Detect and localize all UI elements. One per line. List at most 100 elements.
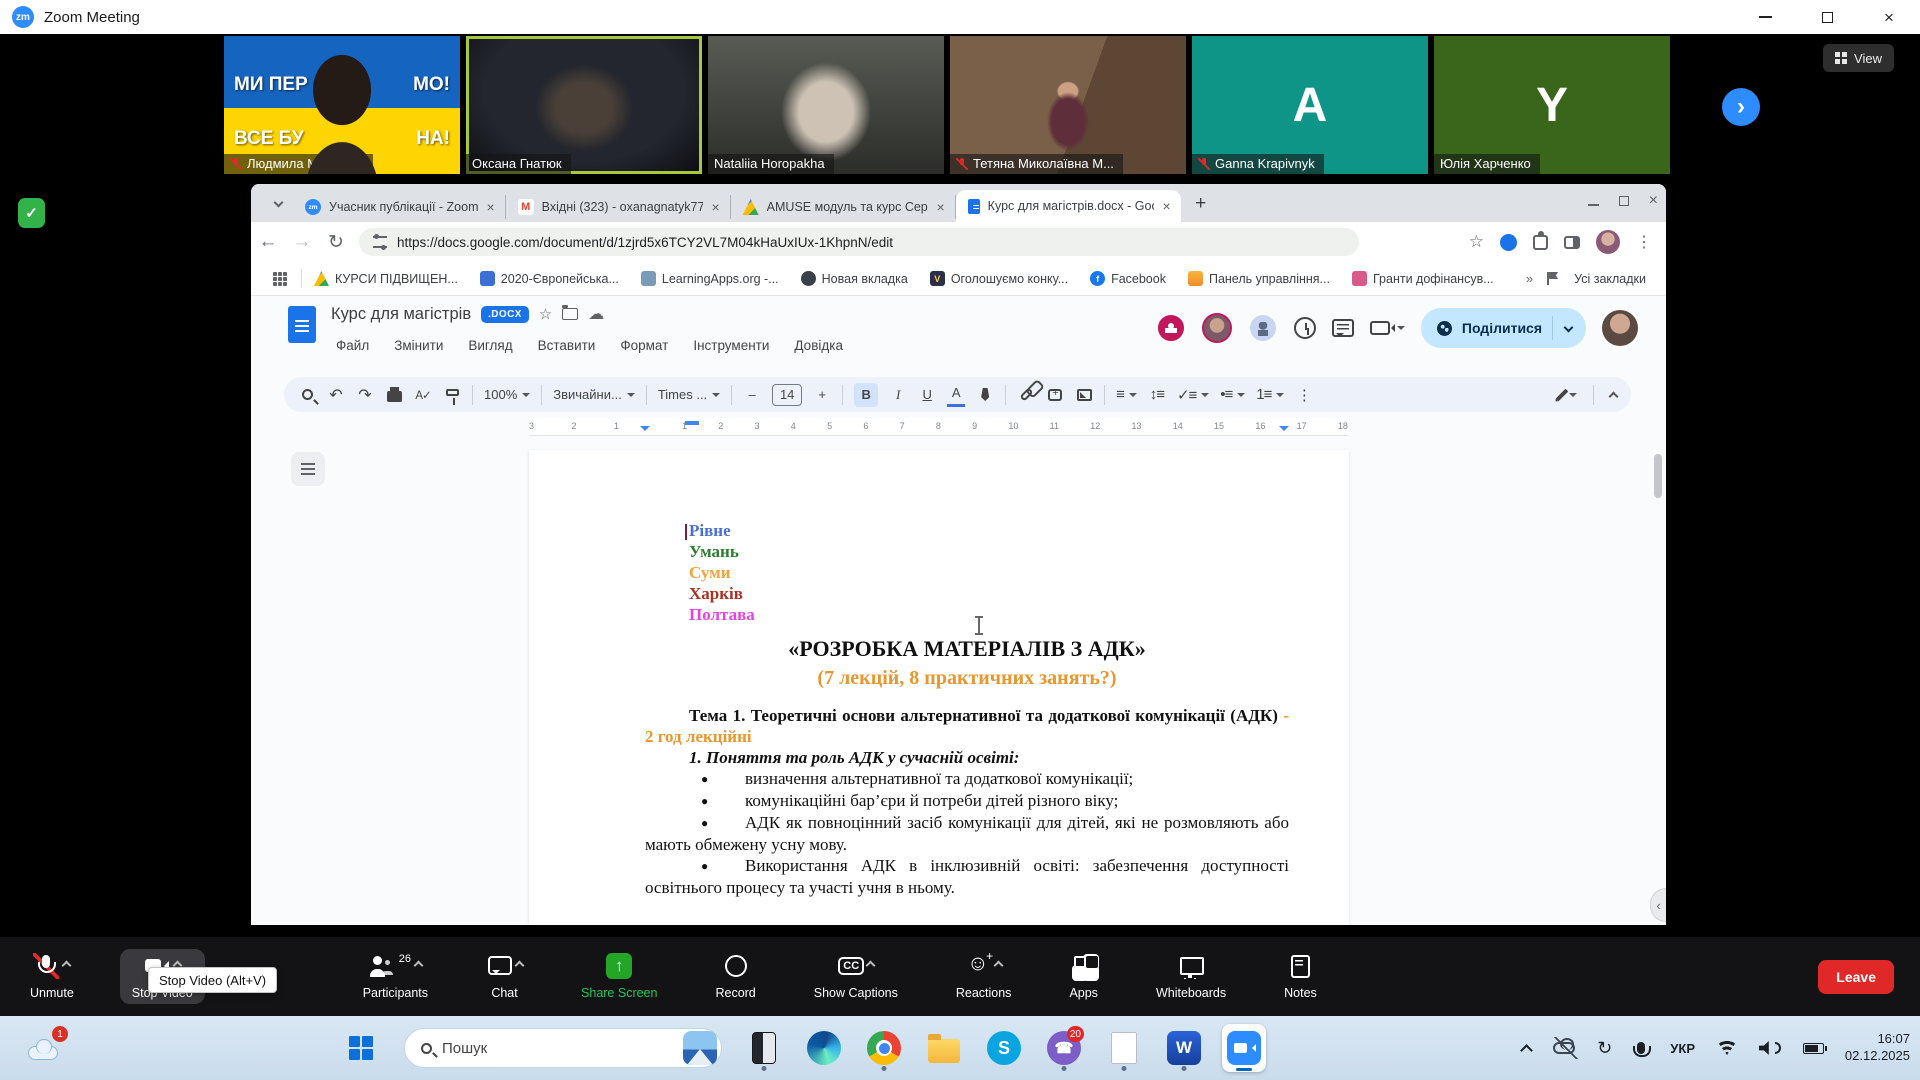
hide-menus-icon[interactable] [1609,391,1619,401]
menu-item[interactable]: Вигляд [463,336,517,355]
menu-item[interactable]: Змінити [389,336,448,355]
first-line-indent-marker[interactable] [685,421,699,425]
site-settings-icon[interactable] [373,236,387,248]
next-videos-button[interactable]: › [1722,88,1760,126]
chevron-up-icon[interactable] [515,961,525,971]
underline-button[interactable]: U [918,383,936,407]
microphone-tray-icon[interactable] [1637,1042,1645,1054]
font-size-increase[interactable]: + [813,383,831,407]
numbered-list-button[interactable]: 1≡ [1256,383,1284,407]
bookmark-item[interactable]: Новая вкладка [801,271,908,286]
all-bookmarks-label[interactable]: Усі закладки [1574,272,1646,286]
redo-icon[interactable]: ↷ [356,383,374,407]
bookmark-item[interactable]: 2020-Європейська... [480,271,619,286]
version-history-icon[interactable] [1294,317,1316,339]
checklist-button[interactable]: ✓≡ [1177,383,1209,407]
zoom-toolbar-button[interactable]: Unmute [30,953,74,1000]
participant-tile[interactable]: МИ ПЕРМО! ВСЕ БУНА! Людмила Міронець [224,36,460,174]
taskbar-app-button[interactable]: S [982,1024,1026,1072]
volume-icon[interactable] [1759,1041,1781,1055]
browser-tab[interactable]: Курс для магістрів.docx - Goog... × [956,190,1181,222]
reload-button[interactable]: ↻ [319,231,353,254]
chevron-up-icon[interactable] [414,961,424,971]
forward-button[interactable]: → [285,231,319,253]
taskbar-app-button[interactable]: W [1162,1024,1206,1072]
menu-item[interactable]: Файл [331,336,374,355]
browser-tab[interactable]: zm Учасник публікації - Zoom × [293,195,506,219]
taskbar-app-button[interactable] [862,1024,906,1072]
comments-icon[interactable] [1332,319,1354,337]
insert-link-icon[interactable] [1017,383,1035,407]
share-button[interactable]: Поділитися [1421,308,1586,348]
search-box[interactable]: Пошук [404,1028,722,1068]
bookmark-item[interactable]: КУРСИ ПІДВИЩЕН... [314,271,458,286]
participant-tile[interactable]: A Ganna Krapivnyk [1192,36,1428,174]
paint-format-icon[interactable] [443,383,461,407]
bold-button[interactable]: B [854,383,878,407]
chevron-up-icon[interactable] [62,961,72,971]
collaborator-avatar[interactable] [1202,313,1232,343]
document-page[interactable]: Рівне Умань Суми Харків Полтава «РОЗРОБК… [529,450,1349,925]
zoom-toolbar-button[interactable]: Apps [1069,953,1098,1000]
taskbar-app-button[interactable]: ☎ 20 [1042,1024,1086,1072]
browser-menu-icon[interactable]: ⋮ [1636,232,1652,252]
bookmark-item[interactable]: f Facebook [1090,271,1166,286]
wifi-icon[interactable] [1717,1041,1737,1055]
clock[interactable]: 16:07 02.12.2025 [1845,1030,1910,1064]
language-indicator[interactable]: УКР [1670,1041,1695,1056]
more-bookmarks-icon[interactable]: » [1526,271,1531,286]
meet-button[interactable] [1370,321,1405,335]
sync-icon[interactable]: ↻ [1597,1039,1612,1057]
line-spacing-button[interactable]: ↕≡ [1148,383,1166,407]
hidden-icons-chevron[interactable] [1520,1044,1533,1057]
insert-image-icon[interactable] [1075,383,1093,407]
apps-grid-icon[interactable] [273,272,287,286]
tab-close-icon[interactable]: × [711,199,719,215]
italic-button[interactable]: I [889,383,907,407]
side-panel-icon[interactable] [1564,236,1580,249]
zoom-toolbar-button[interactable]: Notes [1284,953,1317,1000]
menu-item[interactable]: Інструменти [688,336,774,355]
browser-maximize-button[interactable] [1619,196,1629,206]
zoom-toolbar-button[interactable]: Show Captions [814,953,898,1000]
zoom-toolbar-button[interactable]: 26 Participants [363,953,428,1000]
bookmark-item[interactable]: LearningApps.org -... [641,271,779,286]
scrollbar-thumb[interactable] [1654,454,1662,498]
document-outline-button[interactable] [291,452,325,486]
minimize-button[interactable] [1734,0,1796,34]
menu-item[interactable]: Формат [615,336,673,355]
taskbar-app-button[interactable] [802,1024,846,1072]
taskbar-app-button[interactable] [742,1024,786,1072]
left-margin-marker[interactable] [640,426,650,436]
bulleted-list-button[interactable]: •≡ [1220,383,1245,407]
print-icon[interactable] [385,383,403,407]
bookmark-item[interactable]: Панель управління... [1188,271,1330,286]
taskbar-app-button[interactable] [1102,1024,1146,1072]
highlight-button[interactable] [976,383,994,407]
weather-thumbnail[interactable] [683,1031,717,1065]
chevron-up-icon[interactable] [866,961,876,971]
restore-button[interactable] [1796,0,1858,34]
zoom-toolbar-button[interactable]: Record [715,953,755,1000]
account-avatar[interactable] [1602,310,1638,346]
styles-select[interactable]: Звичайни... [553,383,635,407]
docs-logo-icon[interactable] [288,306,316,343]
battery-icon[interactable] [1803,1043,1824,1054]
close-button[interactable]: × [1858,0,1920,34]
browser-tab[interactable]: AMUSE модуль та курс Серед... × [731,195,956,219]
move-folder-icon[interactable] [562,308,578,320]
search-menus-icon[interactable] [298,383,316,407]
zoom-toolbar-button[interactable]: Reactions [956,953,1012,1000]
browser-profile-avatar[interactable] [1596,230,1620,254]
share-dropdown-icon[interactable] [1564,322,1574,332]
collapse-panel-chevron[interactable]: ‹ [1650,888,1666,922]
view-layout-button[interactable]: View [1823,44,1894,72]
bookmark-item[interactable]: Гранти дофінансув... [1352,271,1494,286]
collaborator-avatar[interactable] [1156,313,1186,343]
tab-close-icon[interactable]: × [1162,198,1170,214]
extensions-icon[interactable] [1533,235,1548,250]
browser-tab[interactable]: M Вхідні (323) - oxanagnatyk7720 × [506,195,731,219]
document-title[interactable]: Курс для магістрів [331,305,471,324]
participant-tile[interactable]: Y Юлія Харченко [1434,36,1670,174]
browser-close-button[interactable]: × [1649,192,1658,210]
